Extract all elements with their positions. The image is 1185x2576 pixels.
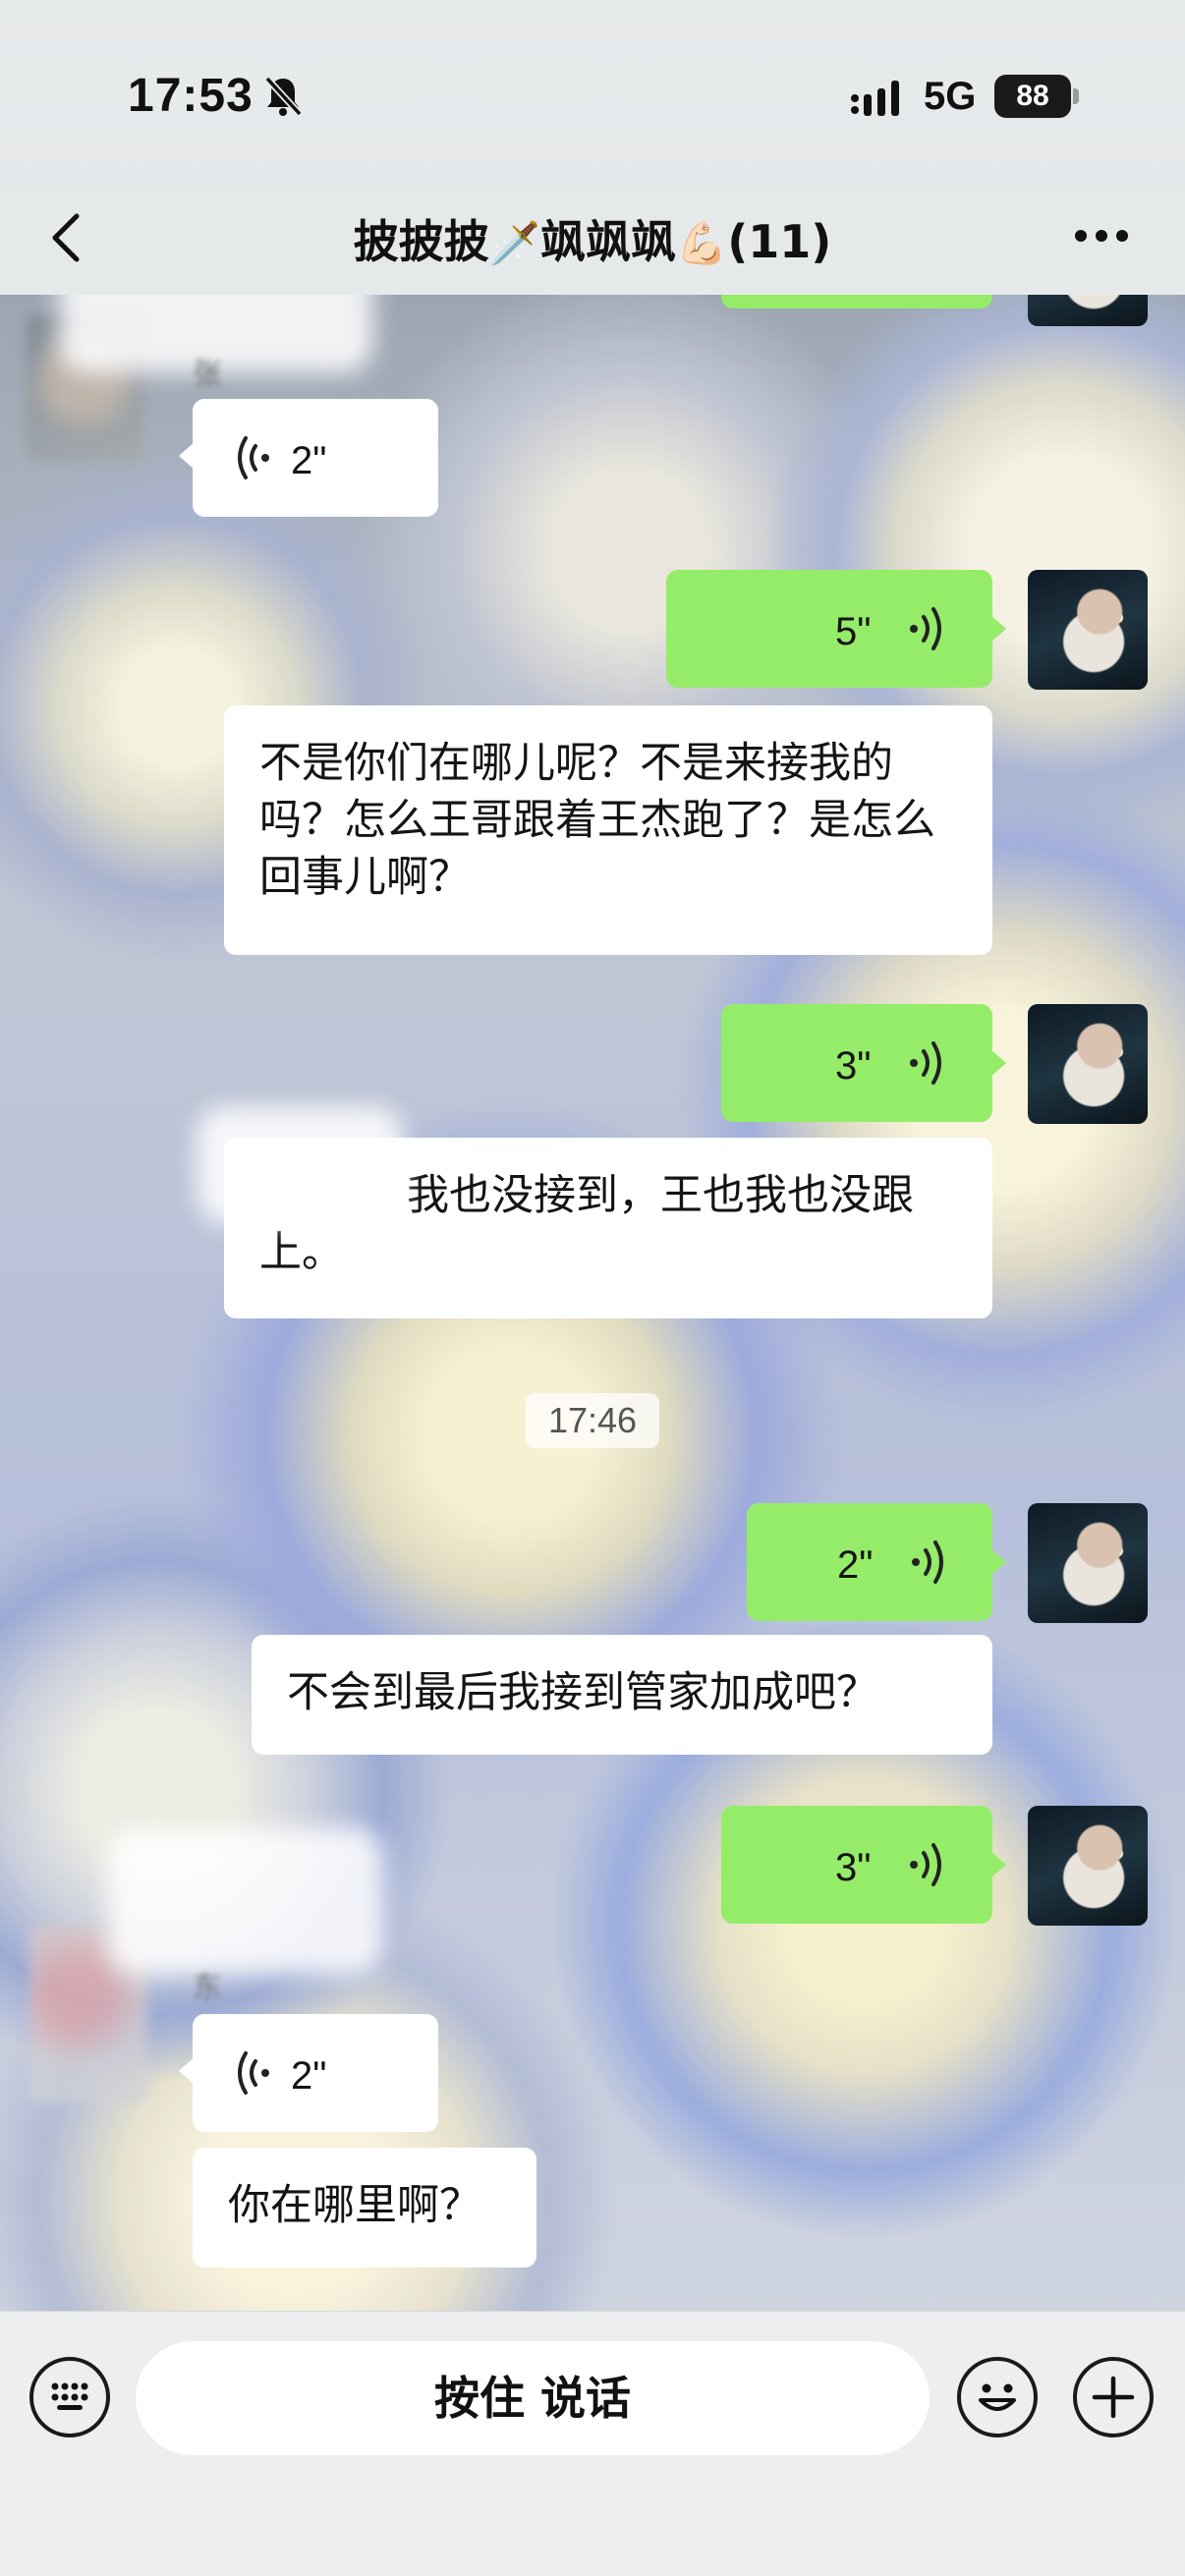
voice-duration: 2" <box>837 1543 874 1587</box>
text-message[interactable]: 你在哪里啊？ <box>193 2148 536 2268</box>
title-part-2: 飒飒飒 <box>539 215 676 268</box>
emoji-icon[interactable] <box>957 2357 1038 2437</box>
time-separator: 17:46 <box>526 1393 659 1448</box>
avatar[interactable] <box>1028 1004 1148 1124</box>
voice-message[interactable]: 2" <box>179 2014 438 2132</box>
sender-name: 东 <box>193 1971 222 2005</box>
voice-duration: 2" <box>291 439 327 482</box>
voice-wave-icon <box>910 1041 941 1085</box>
message-text: 不会到最后我接到管家加成吧？ <box>287 1668 878 1717</box>
battery-level: 88 <box>994 75 1071 118</box>
avatar[interactable] <box>1028 1503 1148 1623</box>
battery-icon: 88 <box>994 75 1079 118</box>
partial-voice-bubble[interactable] <box>721 295 992 308</box>
add-icon[interactable] <box>1073 2357 1154 2437</box>
title-part-1: 披披披 <box>353 215 489 268</box>
chat-area[interactable]: 张 2" 5" 不是你们在哪儿呢？不是来接我的吗？怎么王哥跟着王杰跑了？是怎么回… <box>0 295 1185 2311</box>
sender-name: 张 <box>193 358 222 392</box>
avatar[interactable] <box>1028 295 1148 326</box>
keyboard-icon[interactable] <box>29 2357 110 2437</box>
more-icon[interactable] <box>1073 228 1130 244</box>
text-message[interactable]: 不是你们在哪儿呢？不是来接我的吗？怎么王哥跟着王杰跑了？是怎么回事儿啊？ <box>224 705 992 955</box>
voice-duration: 5" <box>835 610 872 653</box>
message-text: 不是你们在哪儿呢？不是来接我的吗？怎么王哥跟着王杰跑了？是怎么回事儿啊？ <box>259 739 935 902</box>
input-bar: 按住 说话 <box>0 2311 1185 2576</box>
status-time: 17:53 <box>128 70 254 122</box>
blur-mask <box>108 1827 383 1975</box>
voice-wave-icon <box>910 1843 941 1886</box>
voice-duration: 2" <box>291 2054 327 2098</box>
voice-wave-icon <box>912 1540 943 1584</box>
avatar[interactable] <box>1028 1806 1148 1926</box>
member-count: (11) <box>727 215 832 268</box>
dagger-emoji-icon: 🗡️ <box>488 219 540 267</box>
battery-tip <box>1073 88 1079 104</box>
voice-wave-icon <box>238 2051 269 2095</box>
voice-message[interactable]: 5" <box>666 570 1006 688</box>
voice-message[interactable]: 3" <box>721 1004 1006 1122</box>
hold-to-talk-button[interactable]: 按住 说话 <box>136 2341 930 2455</box>
status-bar: 17:53 5G 88 <box>0 0 1185 187</box>
voice-duration: 3" <box>835 1846 872 1889</box>
voice-message[interactable]: 3" <box>721 1806 1006 1924</box>
voice-wave-icon <box>910 607 941 650</box>
blur-mask <box>197 1106 403 1224</box>
message-text: 你在哪里啊？ <box>228 2181 481 2230</box>
network-label: 5G <box>924 75 977 118</box>
text-message[interactable]: 不会到最后我接到管家加成吧？ <box>252 1635 992 1755</box>
muscle-emoji-icon: 💪🏻 <box>675 219 728 267</box>
bell-muted-icon <box>264 76 303 117</box>
nav-bar: 披披披🗡️飒飒飒💪🏻(11) <box>0 187 1185 295</box>
signal-icon <box>851 81 899 116</box>
voice-duration: 3" <box>835 1044 872 1088</box>
chat-title[interactable]: 披披披🗡️飒飒飒💪🏻(11) <box>0 206 1185 271</box>
voice-wave-icon <box>238 436 269 479</box>
avatar[interactable] <box>1028 570 1148 690</box>
voice-message[interactable]: 2" <box>179 399 438 517</box>
voice-message[interactable]: 2" <box>747 1503 1006 1621</box>
